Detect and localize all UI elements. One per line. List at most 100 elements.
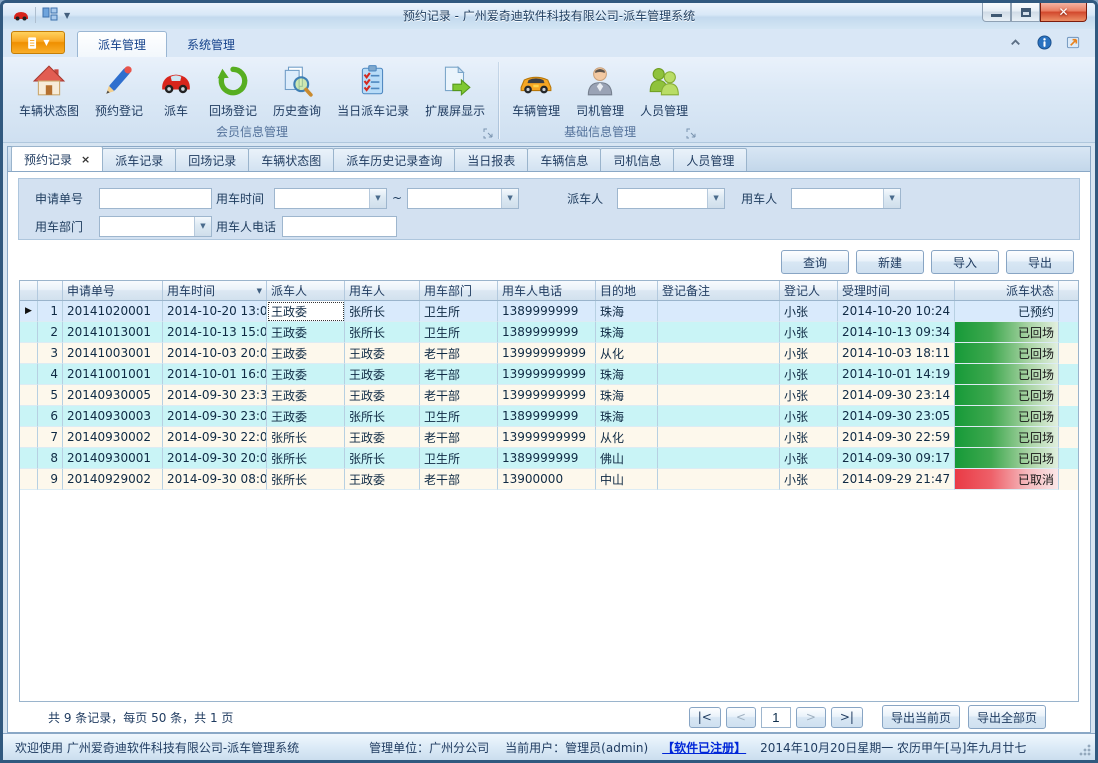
- export-current-page-button[interactable]: 导出当前页: [882, 705, 960, 729]
- status-cell[interactable]: 已回场: [955, 406, 1059, 427]
- phone-input[interactable]: [282, 216, 397, 237]
- column-header-request-no[interactable]: 申请单号: [63, 281, 163, 300]
- status-cell[interactable]: 已预约: [955, 301, 1059, 322]
- cell[interactable]: 王政委: [345, 343, 420, 364]
- cell[interactable]: 2014-09-30 23:05: [838, 406, 955, 427]
- doc-tab-dispatch-records[interactable]: 派车记录: [102, 148, 176, 171]
- chevron-down-icon[interactable]: ▼: [501, 189, 518, 208]
- column-header-department[interactable]: 用车部门: [420, 281, 498, 300]
- cell[interactable]: 王政委: [267, 406, 345, 427]
- ribbon-button-driver-manage[interactable]: 司机管理: [568, 60, 632, 119]
- table-row[interactable]: 2201410130012014-10-13 15:00王政委张所长卫生所138…: [20, 322, 1078, 343]
- doc-tab-history-query[interactable]: 派车历史记录查询: [333, 148, 455, 171]
- chevron-down-icon[interactable]: ▼: [194, 217, 211, 236]
- cell[interactable]: 13999999999: [498, 385, 596, 406]
- column-header-user[interactable]: 用车人: [345, 281, 420, 300]
- column-header-phone[interactable]: 用车人电话: [498, 281, 596, 300]
- use-time-to-combo[interactable]: ▼: [407, 188, 519, 209]
- cell[interactable]: 2014-10-20 10:24: [838, 301, 955, 322]
- department-combo[interactable]: ▼: [99, 216, 212, 237]
- row-number[interactable]: 3: [38, 343, 63, 364]
- row-number[interactable]: 7: [38, 427, 63, 448]
- doc-tab-return-records[interactable]: 回场记录: [175, 148, 249, 171]
- status-cell[interactable]: 已回场: [955, 385, 1059, 406]
- column-header-use-time[interactable]: 用车时间 ▼: [163, 281, 267, 300]
- cell[interactable]: 小张: [780, 343, 838, 364]
- ribbon-button-reservation[interactable]: 预约登记: [87, 60, 151, 119]
- cell[interactable]: 小张: [780, 448, 838, 469]
- cell[interactable]: 2014-10-13 15:00: [163, 322, 267, 343]
- cell[interactable]: 卫生所: [420, 406, 498, 427]
- cell[interactable]: [658, 343, 780, 364]
- doc-tab-vehicle-info[interactable]: 车辆信息: [527, 148, 601, 171]
- dialog-launcher-icon[interactable]: [483, 128, 494, 139]
- restore-button[interactable]: [1011, 3, 1040, 22]
- page-number-input[interactable]: [761, 707, 791, 728]
- close-button[interactable]: ✕: [1040, 3, 1087, 22]
- cell[interactable]: 张所长: [345, 301, 420, 322]
- dialog-launcher-icon[interactable]: [686, 128, 697, 139]
- table-row[interactable]: 6201409300032014-09-30 23:00王政委张所长卫生所138…: [20, 406, 1078, 427]
- export-button[interactable]: 导出: [1006, 250, 1074, 274]
- column-header-remark[interactable]: 登记备注: [658, 281, 780, 300]
- row-selector[interactable]: [20, 448, 38, 469]
- cell[interactable]: 珠海: [596, 406, 658, 427]
- cell[interactable]: [658, 301, 780, 322]
- cell[interactable]: 珠海: [596, 385, 658, 406]
- row-number[interactable]: 9: [38, 469, 63, 490]
- doc-tab-vehicle-status-map[interactable]: 车辆状态图: [248, 148, 334, 171]
- app-menu-button[interactable]: ▼: [11, 31, 65, 54]
- cell[interactable]: 王政委: [345, 427, 420, 448]
- column-header-status[interactable]: 派车状态: [955, 281, 1059, 300]
- cell[interactable]: 小张: [780, 322, 838, 343]
- export-all-pages-button[interactable]: 导出全部页: [968, 705, 1046, 729]
- status-cell[interactable]: 已取消: [955, 469, 1059, 490]
- cell[interactable]: 2014-09-30 08:00: [163, 469, 267, 490]
- ribbon-button-history-query[interactable]: 历史查询: [265, 60, 329, 119]
- table-row[interactable]: 5201409300052014-09-30 23:30王政委王政委老干部139…: [20, 385, 1078, 406]
- cell[interactable]: 珠海: [596, 364, 658, 385]
- cell[interactable]: [658, 385, 780, 406]
- info-icon[interactable]: [1037, 35, 1052, 50]
- row-number[interactable]: 2: [38, 322, 63, 343]
- status-cell[interactable]: 已回场: [955, 427, 1059, 448]
- row-selector[interactable]: [20, 406, 38, 427]
- cell[interactable]: 珠海: [596, 301, 658, 322]
- cell[interactable]: 王政委: [345, 385, 420, 406]
- cell[interactable]: 珠海: [596, 322, 658, 343]
- row-selector[interactable]: [20, 364, 38, 385]
- cell[interactable]: 20141013001: [63, 322, 163, 343]
- cell[interactable]: 1389999999: [498, 322, 596, 343]
- cell[interactable]: 13999999999: [498, 427, 596, 448]
- cell[interactable]: 张所长: [267, 427, 345, 448]
- doc-tab-people-manage[interactable]: 人员管理: [673, 148, 747, 171]
- status-cell[interactable]: 已回场: [955, 322, 1059, 343]
- about-icon[interactable]: [1066, 35, 1081, 50]
- ribbon-button-dispatch[interactable]: 派车: [151, 60, 201, 119]
- cell[interactable]: 小张: [780, 406, 838, 427]
- prev-page-button[interactable]: <: [726, 707, 756, 728]
- cell[interactable]: 20141001001: [63, 364, 163, 385]
- cell[interactable]: 13999999999: [498, 364, 596, 385]
- cell[interactable]: [658, 406, 780, 427]
- cell[interactable]: 王政委: [267, 301, 345, 322]
- import-button[interactable]: 导入: [931, 250, 999, 274]
- last-page-button[interactable]: >|: [831, 707, 863, 728]
- cell[interactable]: 卫生所: [420, 301, 498, 322]
- ribbon-collapse-icon[interactable]: [1008, 35, 1023, 50]
- doc-tab-driver-info[interactable]: 司机信息: [600, 148, 674, 171]
- cell[interactable]: 2014-10-01 14:19: [838, 364, 955, 385]
- cell[interactable]: 张所长: [345, 448, 420, 469]
- cell[interactable]: 王政委: [267, 385, 345, 406]
- ribbon-button-return-register[interactable]: 回场登记: [201, 60, 265, 119]
- cell[interactable]: [658, 427, 780, 448]
- chevron-down-icon[interactable]: ▼: [707, 189, 724, 208]
- cell[interactable]: 老干部: [420, 364, 498, 385]
- column-header-accept-time[interactable]: 受理时间: [838, 281, 955, 300]
- user-combo[interactable]: ▼: [791, 188, 901, 209]
- cell[interactable]: [658, 364, 780, 385]
- cell[interactable]: 王政委: [267, 343, 345, 364]
- ribbon-button-vehicle-manage[interactable]: 车辆管理: [504, 60, 568, 119]
- row-number[interactable]: 5: [38, 385, 63, 406]
- cell[interactable]: 小张: [780, 364, 838, 385]
